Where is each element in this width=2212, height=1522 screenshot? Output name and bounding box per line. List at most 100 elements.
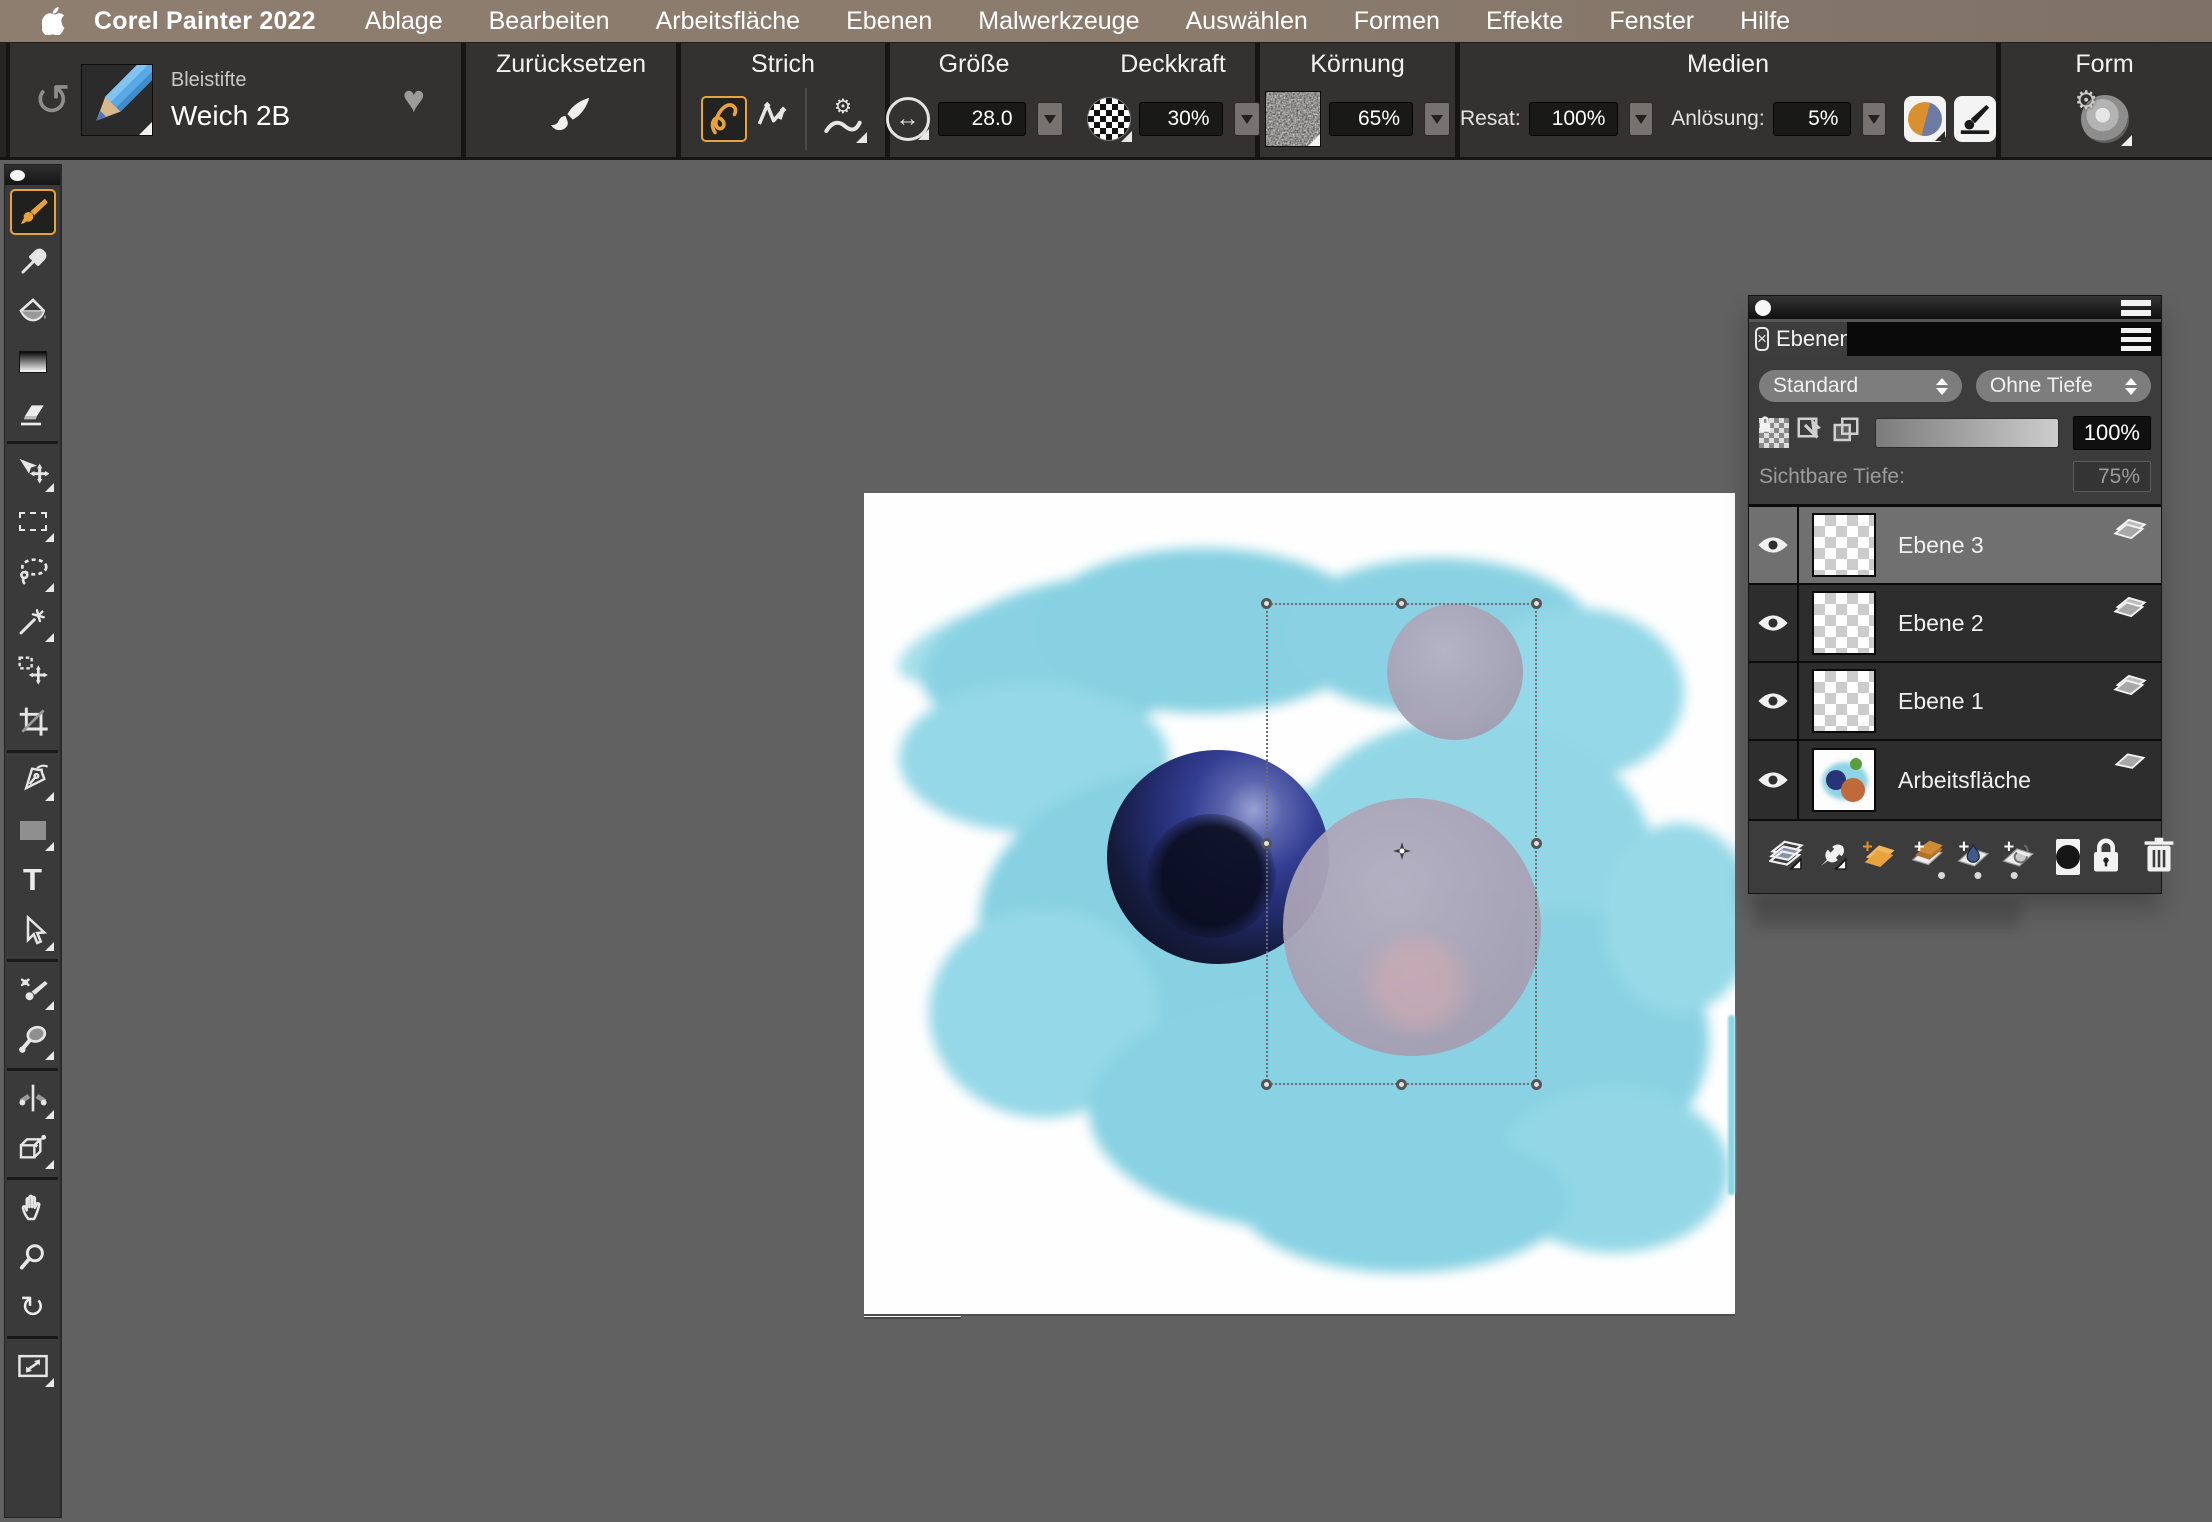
size-value-field[interactable]: 28.0 bbox=[938, 102, 1026, 136]
straight-line-stroke-button[interactable] bbox=[753, 97, 791, 140]
selection-handle-se[interactable] bbox=[1531, 1079, 1542, 1090]
selection-center-marker[interactable] bbox=[1393, 842, 1411, 860]
tool-layer-adjuster[interactable] bbox=[10, 448, 56, 494]
layer-name[interactable]: Ebene 2 bbox=[1898, 610, 1984, 637]
menu-ebenen[interactable]: Ebenen bbox=[823, 7, 955, 36]
brush-thumbnail[interactable] bbox=[81, 64, 153, 136]
tool-paint-bucket[interactable] bbox=[10, 289, 56, 335]
layer-thumbnail[interactable] bbox=[1812, 669, 1876, 733]
visibility-eye-icon[interactable] bbox=[1749, 691, 1797, 711]
menu-malwerkzeuge[interactable]: Malwerkzeuge bbox=[955, 7, 1162, 36]
layer-name[interactable]: Ebene 1 bbox=[1898, 688, 1984, 715]
layer-link-toggle[interactable] bbox=[1831, 415, 1861, 450]
layer-thumbnail[interactable] bbox=[1812, 591, 1876, 655]
layer-name[interactable]: Ebene 3 bbox=[1898, 532, 1984, 559]
drawer-menu-icon[interactable] bbox=[2121, 300, 2151, 316]
tool-kaleidoscope[interactable] bbox=[10, 1016, 56, 1062]
tool-crop[interactable] bbox=[10, 698, 56, 744]
palette-drawer-bar[interactable] bbox=[1749, 296, 2161, 322]
tool-shape-selection[interactable] bbox=[10, 907, 56, 953]
tool-eraser[interactable] bbox=[10, 389, 56, 435]
dab-shape-button[interactable]: ⚙ bbox=[2081, 95, 2129, 143]
tool-rect-shape[interactable] bbox=[10, 807, 56, 853]
selection-handle-n[interactable] bbox=[1396, 598, 1407, 609]
composite-method-select[interactable]: Standard bbox=[1759, 370, 1962, 402]
toolbox-grip-bar[interactable] bbox=[5, 165, 60, 185]
visibility-eye-icon[interactable] bbox=[1749, 535, 1797, 555]
reset-brush-button[interactable] bbox=[549, 96, 593, 141]
stroke-options-button[interactable]: ⚙ bbox=[821, 97, 865, 141]
selection-handle-e[interactable] bbox=[1531, 838, 1542, 849]
menu-effekte[interactable]: Effekte bbox=[1463, 7, 1586, 36]
tab-ebenen[interactable]: × Ebenen bbox=[1749, 322, 1847, 356]
layer-thumbnail[interactable] bbox=[1812, 513, 1876, 577]
layer-opacity-slider[interactable] bbox=[1875, 418, 2059, 448]
canvas-document[interactable] bbox=[864, 493, 1735, 1316]
grain-value-field[interactable]: 65% bbox=[1329, 102, 1413, 136]
paper-texture-thumbnail[interactable] bbox=[1265, 91, 1321, 147]
pickup-underlying-color-toggle[interactable] bbox=[1795, 415, 1825, 450]
lock-layer-button[interactable] bbox=[2091, 837, 2121, 878]
tool-rect-select[interactable] bbox=[10, 498, 56, 544]
menu-bearbeiten[interactable]: Bearbeiten bbox=[466, 7, 633, 36]
layer-row-arbeitsflaeche[interactable]: Arbeitsfläche bbox=[1749, 741, 2161, 819]
visibility-eye-icon[interactable] bbox=[1749, 770, 1797, 790]
close-tab-icon[interactable]: × bbox=[1755, 327, 1769, 351]
dynamic-plugins-button[interactable] bbox=[1816, 839, 1850, 876]
bleed-dropdown-button[interactable] bbox=[1862, 102, 1886, 136]
new-layer-mask-button[interactable] bbox=[2056, 839, 2080, 875]
delete-layer-button[interactable] bbox=[2143, 837, 2175, 878]
menu-hilfe[interactable]: Hilfe bbox=[1717, 7, 1813, 36]
tool-grabber-hand[interactable] bbox=[10, 1184, 56, 1230]
menu-arbeitsflaeche[interactable]: Arbeitsfläche bbox=[633, 7, 824, 36]
tool-dropper[interactable] bbox=[10, 239, 56, 285]
layer-name[interactable]: Arbeitsfläche bbox=[1898, 767, 2031, 794]
tool-window-fit[interactable] bbox=[10, 1343, 56, 1389]
preserve-transparency-toggle[interactable] bbox=[1759, 418, 1789, 448]
tool-perspective-guides[interactable] bbox=[10, 1125, 56, 1171]
tool-pen[interactable] bbox=[10, 757, 56, 803]
restore-default-brush-icon[interactable]: ↻ bbox=[34, 75, 71, 126]
app-title-menu[interactable]: Corel Painter 2022 bbox=[94, 7, 316, 36]
selection-handle-s[interactable] bbox=[1396, 1079, 1407, 1090]
apple-menu-icon[interactable] bbox=[42, 7, 66, 35]
tool-mirror-symmetry[interactable] bbox=[10, 1075, 56, 1121]
opacity-icon[interactable] bbox=[1087, 97, 1131, 141]
tool-text[interactable]: T bbox=[10, 857, 56, 903]
size-dropdown-button[interactable] bbox=[1037, 102, 1063, 136]
drawer-collapse-dot[interactable] bbox=[1755, 300, 1771, 316]
composite-depth-select[interactable]: Ohne Tiefe bbox=[1976, 370, 2151, 402]
selection-handle-sw[interactable] bbox=[1261, 1079, 1272, 1090]
menu-auswaehlen[interactable]: Auswählen bbox=[1162, 7, 1330, 36]
canvas-layer-thumbnail[interactable] bbox=[1812, 748, 1876, 812]
layer-row-ebene3[interactable]: Ebene 3 bbox=[1749, 507, 2161, 585]
favorite-heart-icon[interactable]: ♥ bbox=[402, 79, 425, 122]
resat-value-field[interactable]: 100% bbox=[1529, 102, 1619, 136]
size-icon[interactable]: ↔ bbox=[886, 97, 930, 141]
selection-handle-nw[interactable] bbox=[1261, 598, 1272, 609]
tool-magic-wand[interactable] bbox=[10, 598, 56, 644]
opacity-value-field[interactable]: 30% bbox=[1139, 102, 1223, 136]
menu-fenster[interactable]: Fenster bbox=[1586, 7, 1717, 36]
tool-selection-adjuster[interactable] bbox=[10, 648, 56, 694]
selection-handle-ne[interactable] bbox=[1531, 598, 1542, 609]
tool-gradient[interactable] bbox=[10, 339, 56, 385]
grain-dropdown-button[interactable] bbox=[1424, 102, 1450, 136]
layer-opacity-value[interactable]: 100% bbox=[2073, 416, 2151, 450]
tool-brush[interactable] bbox=[10, 189, 56, 235]
tool-mirror-painting[interactable] bbox=[10, 966, 56, 1012]
opacity-dropdown-button[interactable] bbox=[1234, 102, 1260, 136]
menu-formen[interactable]: Formen bbox=[1331, 7, 1463, 36]
menu-ablage[interactable]: Ablage bbox=[342, 7, 466, 36]
bleed-value-field[interactable]: 5% bbox=[1773, 102, 1852, 136]
new-layer-button[interactable]: + bbox=[1861, 838, 1897, 877]
layer-row-ebene1[interactable]: Ebene 1 bbox=[1749, 663, 2161, 741]
tool-lasso[interactable] bbox=[10, 548, 56, 594]
selection-handle-w[interactable] bbox=[1261, 838, 1272, 849]
freehand-stroke-button[interactable] bbox=[701, 96, 747, 142]
color-blend-mode-button[interactable] bbox=[1904, 96, 1946, 142]
layer-row-ebene2[interactable]: Ebene 2 bbox=[1749, 585, 2161, 663]
layers-options-menu-icon[interactable] bbox=[2121, 328, 2151, 351]
brush-name-block[interactable]: Bleistifte Weich 2B bbox=[171, 69, 290, 132]
visibility-eye-icon[interactable] bbox=[1749, 613, 1797, 633]
